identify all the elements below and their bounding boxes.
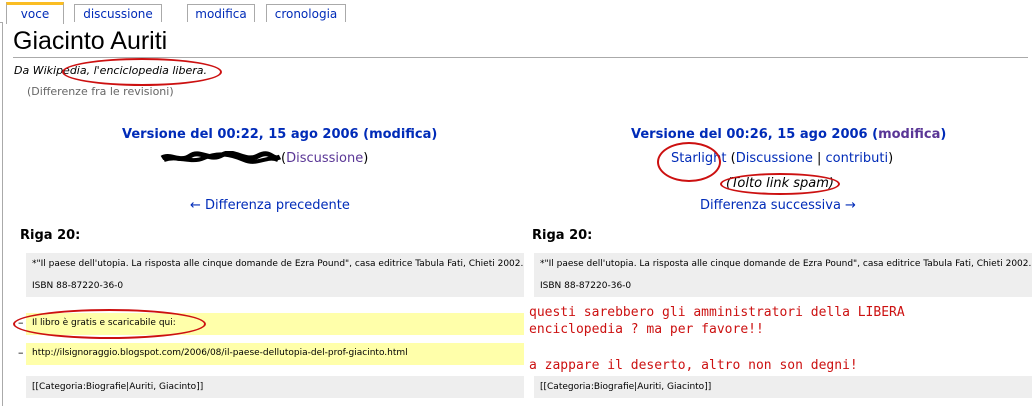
next-diff-link[interactable]: Differenza successiva → — [700, 198, 856, 213]
tab-cronologia[interactable]: cronologia — [266, 4, 346, 23]
left-footer-line: [[Categoria:Biografie|Auriti, Giacinto]] — [26, 376, 524, 398]
tab-bar: voce discussione modifica cronologia — [0, 0, 1036, 24]
left-context-line: *"Il paese dell'utopia. La risposta alle… — [26, 253, 524, 297]
left-row-label: Riga 20: — [20, 228, 81, 243]
right-context-line: *"Il paese dell'utopia. La risposta alle… — [534, 253, 1032, 297]
tab-discussione[interactable]: discussione — [74, 4, 162, 23]
user-links-separator: | — [816, 151, 822, 166]
left-edit-link[interactable]: modifica — [369, 127, 431, 142]
right-version-header: Versione del 00:26, 15 ago 2006 (modific… — [631, 127, 947, 142]
red-circle-summary — [720, 173, 840, 195]
right-row-label: Riga 20: — [532, 228, 593, 243]
annotation-line-1: questi sarebbero gli amministratori dell… — [529, 305, 905, 320]
right-footer-line: [[Categoria:Biografie|Auriti, Giacinto]] — [534, 376, 1032, 398]
red-circle-removed — [13, 309, 206, 339]
annotation-line-3: a zappare il deserto, altro non son degn… — [529, 358, 858, 373]
left-discussion-link[interactable]: Discussione — [286, 151, 363, 166]
tab-modifica[interactable]: modifica — [187, 4, 255, 23]
left-version-link[interactable]: Versione del 00:22, 15 ago 2006 — [122, 127, 359, 142]
red-circle-user — [657, 142, 721, 182]
right-discussion-link[interactable]: Discussione — [736, 151, 813, 166]
right-version-link[interactable]: Versione del 00:26, 15 ago 2006 — [631, 127, 868, 142]
removed-line-2: http://ilsignoraggio.blogspot.com/2006/0… — [26, 343, 524, 365]
tab-voce[interactable]: voce — [6, 2, 64, 24]
right-edit-link[interactable]: modifica — [878, 127, 940, 142]
page-title: Giacinto Auriti — [13, 27, 168, 55]
right-contrib-link[interactable]: contributi — [826, 151, 889, 166]
revisions-link[interactable]: (Differenze fra le revisioni) — [27, 85, 174, 98]
red-circle-subtitle — [62, 58, 222, 86]
prev-diff-link[interactable]: ← Differenza precedente — [190, 198, 350, 213]
redacted-username-scribble — [160, 151, 281, 164]
removed-marker-2: – — [18, 346, 24, 359]
left-version-header: Versione del 00:22, 15 ago 2006 (modific… — [122, 127, 438, 142]
annotation-line-2: enciclopedia ? ma per favore!! — [529, 322, 764, 337]
